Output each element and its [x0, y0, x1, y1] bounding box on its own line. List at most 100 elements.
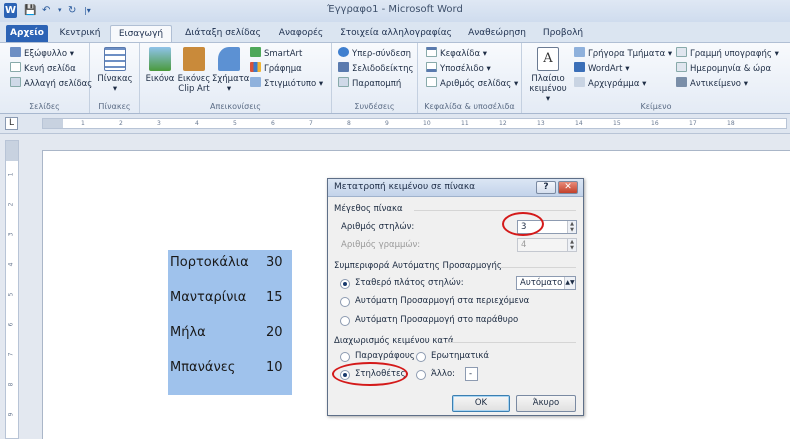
rows-label: Αριθμός γραμμών: [341, 240, 421, 250]
screenshot-button[interactable]: Στιγμιότυπο ▾ [250, 77, 323, 91]
rows-spinner: 4 ▲ ▼ [517, 238, 577, 252]
footer-button[interactable]: Υποσέλιδο ▾ [426, 62, 491, 76]
ok-button[interactable]: ΟΚ [452, 395, 510, 412]
ruler-tick: 7 [7, 352, 15, 357]
page-number-icon [426, 77, 437, 87]
ruler-tick: 9 [385, 120, 389, 127]
ruler-tick: 5 [233, 120, 237, 127]
drop-cap-icon [574, 77, 585, 87]
wordart-icon [574, 62, 585, 72]
commas-radio[interactable] [416, 352, 426, 362]
bookmark-button[interactable]: Σελιδοδείκτης [338, 62, 413, 76]
tab-insert[interactable]: Εισαγωγή [110, 25, 172, 42]
close-button[interactable]: ✕ [558, 181, 578, 194]
paragraphs-radio[interactable] [340, 352, 350, 362]
picture-icon [149, 47, 171, 71]
tab-file[interactable]: Αρχείο [6, 25, 48, 42]
group-pages: Εξώφυλλο ▾ Κενή σελίδα Αλλαγή σελίδας Σε… [0, 43, 92, 113]
line-name: Πορτοκάλια [170, 255, 249, 270]
cross-reference-button[interactable]: Παραπομπή [338, 77, 401, 91]
tab-mailings[interactable]: Στοιχεία αλληλογραφίας [334, 25, 458, 42]
drop-cap-button[interactable]: Αρχιγράμμα ▾ [574, 77, 646, 91]
autofit-contents-radio[interactable] [340, 297, 350, 307]
group-header-footer: Κεφαλίδα ▾ Υποσέλιδο ▾ Αριθμός σελίδας ▾… [418, 43, 522, 113]
ruler-tick: 1 [81, 120, 85, 127]
blank-page-button[interactable]: Κενή σελίδα [10, 62, 76, 76]
footer-icon [426, 62, 437, 72]
smartart-icon [250, 47, 261, 57]
ribbon-tabs: Αρχείο Κεντρική Εισαγωγή Διάταξη σελίδας… [0, 22, 790, 42]
ruler-margin [43, 119, 63, 128]
ruler-tick: 8 [7, 382, 15, 387]
divider [446, 342, 576, 343]
smartart-button[interactable]: SmartArt [250, 47, 302, 61]
cover-page-button[interactable]: Εξώφυλλο ▾ [10, 47, 74, 61]
bookmark-icon [338, 62, 349, 72]
other-radio[interactable] [416, 370, 426, 380]
line-value: 30 [266, 255, 283, 270]
autofit-window-radio[interactable] [340, 316, 350, 326]
page-break-icon [10, 77, 21, 87]
page-number-button[interactable]: Αριθμός σελίδας ▾ [426, 77, 518, 91]
fixed-width-radio[interactable] [340, 279, 350, 289]
fixed-width-combo[interactable]: Αυτόματο ▲▼ [516, 276, 576, 290]
line-value: 20 [266, 325, 283, 340]
line-name: Μανταρίνια [170, 290, 247, 305]
spinner-arrows-icon[interactable]: ▲▼ [567, 221, 576, 233]
ribbon: Εξώφυλλο ▾ Κενή σελίδα Αλλαγή σελίδας Σε… [0, 42, 790, 114]
line-name: Μπανάνες [170, 360, 236, 375]
page-break-button[interactable]: Αλλαγή σελίδας [10, 77, 92, 91]
text-box-button[interactable]: A Πλαίσιο κειμένου ▾ [526, 47, 570, 104]
ruler-tick: 8 [347, 120, 351, 127]
quick-parts-icon [574, 47, 585, 57]
shapes-button[interactable]: Σχήματα ▾ [212, 47, 249, 94]
tab-selector[interactable]: L [5, 117, 18, 130]
picture-button[interactable]: Εικόνα [144, 47, 176, 84]
chart-button[interactable]: Γράφημα [250, 62, 302, 76]
table-size-heading: Μέγεθος πίνακα [334, 204, 403, 214]
horizontal-ruler: 1 2 3 4 5 6 7 8 9 10 11 12 13 14 15 16 17 18 [0, 114, 790, 134]
ruler-tick: 3 [157, 120, 161, 127]
shapes-icon [218, 47, 240, 71]
chart-icon [250, 62, 261, 72]
header-icon [426, 47, 437, 57]
ruler-tick: 6 [271, 120, 275, 127]
date-time-button[interactable]: Ημερομηνία & ώρα [676, 62, 771, 76]
other-separator-input[interactable]: - [465, 367, 478, 381]
tab-home[interactable]: Κεντρική [54, 25, 106, 42]
ruler-tick: 9 [7, 412, 15, 417]
spinner-arrows-icon[interactable]: ▲▼ [564, 277, 575, 289]
tab-page-layout[interactable]: Διάταξη σελίδας [178, 25, 268, 42]
text-box-icon: A [537, 47, 559, 71]
tab-references[interactable]: Αναφορές [272, 25, 330, 42]
tab-view[interactable]: Προβολή [536, 25, 590, 42]
hyperlink-button[interactable]: Υπερ-σύνδεση [338, 47, 411, 61]
header-button[interactable]: Κεφαλίδα ▾ [426, 47, 487, 61]
dialog-title-bar[interactable]: Μετατροπή κειμένου σε πίνακα ? ✕ [328, 179, 583, 197]
ruler-tick: 16 [651, 120, 659, 127]
ruler-bar[interactable]: 1 2 3 4 5 6 7 8 9 10 11 12 13 14 15 16 17 18 [42, 118, 787, 129]
ruler-tick: 4 [7, 262, 15, 267]
signature-line-icon [676, 47, 687, 57]
tab-review[interactable]: Αναθεώρηση [460, 25, 534, 42]
divider [500, 267, 576, 268]
window-title: Έγγραφο1 - Microsoft Word [327, 4, 463, 15]
ruler-tick: 1 [7, 172, 15, 177]
cover-page-icon [10, 47, 21, 57]
table-button[interactable]: Πίνακας ▾ [96, 47, 134, 94]
cancel-button[interactable]: Άκυρο [516, 395, 576, 412]
autofit-window-label: Αυτόματη Προσαρμογή στο παράθυρο [355, 315, 519, 325]
quick-parts-button[interactable]: Γρήγορα Τμήματα ▾ [574, 47, 672, 61]
object-button[interactable]: Αντικείμενο ▾ [676, 77, 748, 91]
divider [414, 210, 576, 211]
autofit-contents-label: Αυτόματη Προσαρμογή στα περιεχόμενα [355, 296, 530, 306]
clip-art-button[interactable]: Εικόνες Clip Art [176, 47, 212, 94]
other-label: Άλλο: [431, 369, 456, 379]
signature-line-button[interactable]: Γραμμή υπογραφής ▾ [676, 47, 779, 61]
wordart-button[interactable]: WordArt ▾ [574, 62, 629, 76]
group-label: Πίνακες [98, 102, 131, 111]
help-button[interactable]: ? [536, 181, 556, 194]
ruler-tick: 6 [7, 322, 15, 327]
highlight-circle-columns [502, 212, 544, 236]
vertical-ruler: 1 2 3 4 5 6 7 8 9 [5, 140, 19, 439]
